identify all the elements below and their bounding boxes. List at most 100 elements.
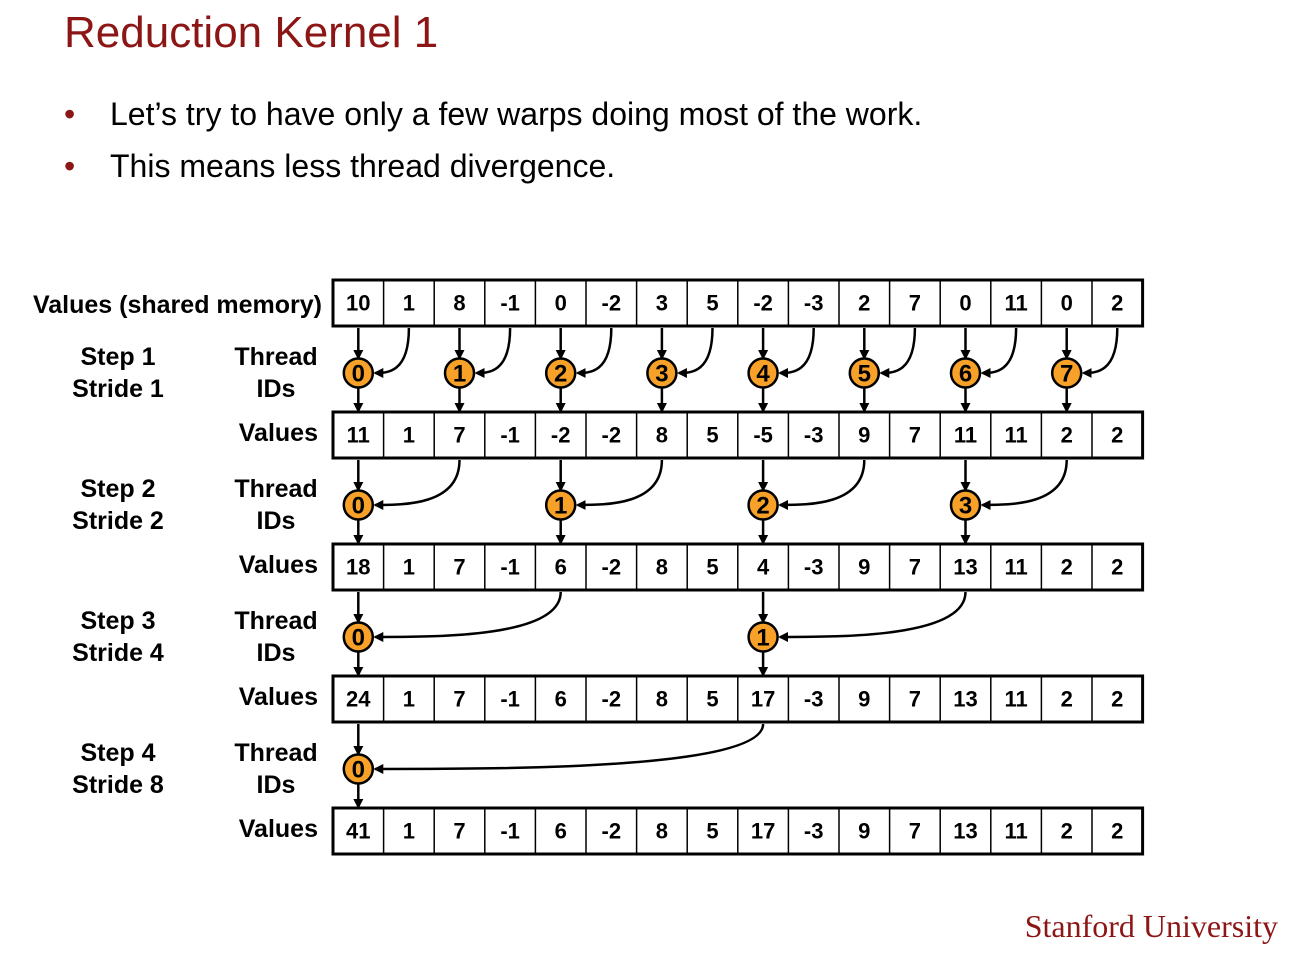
value-cell: -2 bbox=[602, 423, 622, 448]
value-cell: 41 bbox=[346, 819, 370, 844]
value-cell: 5 bbox=[706, 291, 718, 316]
curved-arrow bbox=[474, 327, 512, 378]
value-cell: 8 bbox=[656, 687, 668, 712]
stride-label: Stride 2 bbox=[72, 507, 164, 535]
value-cell: -1 bbox=[500, 687, 520, 712]
value-cell: -2 bbox=[602, 555, 622, 580]
thread-label: Thread bbox=[234, 607, 317, 635]
value-cell: 7 bbox=[453, 687, 465, 712]
value-cell: -3 bbox=[804, 423, 824, 448]
value-cell: 11 bbox=[1004, 819, 1027, 844]
step-label: Step 3 bbox=[80, 607, 155, 635]
value-cell: 11 bbox=[1004, 687, 1027, 712]
values-label: Values bbox=[239, 419, 318, 447]
value-cell: 6 bbox=[555, 687, 567, 712]
curved-arrow bbox=[575, 327, 613, 378]
value-cell: 2 bbox=[1111, 291, 1123, 316]
value-cell: 17 bbox=[751, 687, 775, 712]
value-cell: -3 bbox=[804, 555, 824, 580]
value-cell: 1 bbox=[403, 291, 415, 316]
value-cell: 11 bbox=[1004, 291, 1027, 316]
values-label: Values bbox=[239, 551, 318, 579]
step-label: Step 4 bbox=[80, 739, 155, 767]
thread-id: 1 bbox=[453, 361, 466, 388]
curved-arrow bbox=[980, 327, 1018, 378]
bullet-list: • Let’s try to have only a few warps doi… bbox=[64, 88, 922, 192]
step-label: Step 2 bbox=[80, 475, 155, 503]
value-cell: 18 bbox=[346, 555, 370, 580]
value-cell: 11 bbox=[347, 423, 370, 448]
bullet-text: This means less thread divergence. bbox=[110, 148, 616, 184]
value-cell: 2 bbox=[1061, 687, 1073, 712]
value-cell: -2 bbox=[602, 291, 622, 316]
curved-arrow bbox=[373, 591, 562, 642]
value-cell: 9 bbox=[858, 555, 870, 580]
value-cell: 7 bbox=[453, 819, 465, 844]
value-cell: 7 bbox=[453, 555, 465, 580]
value-cell: 9 bbox=[858, 423, 870, 448]
thread-id: 7 bbox=[1060, 361, 1073, 388]
slide-title: Reduction Kernel 1 bbox=[64, 8, 439, 57]
stride-label: Stride 4 bbox=[72, 639, 164, 667]
stride-label: Stride 1 bbox=[72, 375, 164, 403]
value-cell: 2 bbox=[1061, 423, 1073, 448]
thread-id: 0 bbox=[352, 493, 365, 520]
values-label: Values bbox=[239, 683, 318, 711]
value-cell: 0 bbox=[959, 291, 971, 316]
thread-id: 0 bbox=[352, 361, 365, 388]
value-cell: 7 bbox=[453, 423, 465, 448]
value-cell: -3 bbox=[804, 291, 824, 316]
curved-arrow bbox=[373, 327, 411, 378]
value-cell: 2 bbox=[1111, 555, 1123, 580]
value-cell: 5 bbox=[706, 687, 718, 712]
value-cell: 11 bbox=[1004, 423, 1027, 448]
curved-arrow bbox=[980, 459, 1068, 510]
value-cell: -1 bbox=[500, 291, 520, 316]
value-cell: -5 bbox=[753, 423, 773, 448]
value-cell: 3 bbox=[656, 291, 668, 316]
value-cell: -1 bbox=[500, 423, 520, 448]
value-cell: 24 bbox=[346, 687, 371, 712]
thread-id: 1 bbox=[554, 493, 567, 520]
value-cell: -2 bbox=[551, 423, 571, 448]
value-cell: 5 bbox=[706, 555, 718, 580]
value-cell: 13 bbox=[953, 687, 977, 712]
stride-label: Stride 8 bbox=[72, 771, 164, 799]
value-cell: 8 bbox=[656, 819, 668, 844]
stanford-logo: Stanford University bbox=[1024, 908, 1278, 944]
curved-arrow bbox=[1081, 327, 1119, 378]
thread-id: 3 bbox=[959, 493, 972, 520]
value-cell: -1 bbox=[500, 555, 520, 580]
value-cell: 7 bbox=[909, 423, 921, 448]
thread-id: 0 bbox=[352, 625, 365, 652]
value-cell: 6 bbox=[555, 555, 567, 580]
curved-arrow bbox=[373, 459, 461, 510]
thread-ids-label: IDs bbox=[257, 507, 296, 535]
shared-memory-label: Values (shared memory) bbox=[33, 291, 322, 319]
value-cell: 5 bbox=[706, 819, 718, 844]
thread-label: Thread bbox=[234, 475, 317, 503]
step-label: Step 1 bbox=[80, 343, 155, 371]
thread-id: 1 bbox=[756, 625, 769, 652]
thread-id: 2 bbox=[756, 493, 769, 520]
value-cell: 11 bbox=[1004, 555, 1027, 580]
thread-id: 3 bbox=[655, 361, 668, 388]
value-cell: 0 bbox=[555, 291, 567, 316]
value-cell: 8 bbox=[656, 423, 668, 448]
curved-arrow bbox=[778, 459, 866, 510]
value-cell: 9 bbox=[858, 687, 870, 712]
value-cell: 1 bbox=[403, 423, 415, 448]
value-cell: -3 bbox=[804, 687, 824, 712]
value-cell: 17 bbox=[751, 819, 775, 844]
value-cell: 7 bbox=[909, 819, 921, 844]
value-cell: 13 bbox=[953, 555, 977, 580]
value-cell: 1 bbox=[403, 819, 415, 844]
bullet-dot-icon: • bbox=[64, 148, 76, 184]
value-cell: 2 bbox=[1111, 423, 1123, 448]
value-cell: 5 bbox=[706, 423, 718, 448]
value-cell: 10 bbox=[346, 291, 370, 316]
value-cell: 2 bbox=[858, 291, 870, 316]
value-cell: 1 bbox=[403, 687, 415, 712]
bullet-item: • Let’s try to have only a few warps doi… bbox=[64, 88, 922, 140]
value-cell: 2 bbox=[1061, 555, 1073, 580]
